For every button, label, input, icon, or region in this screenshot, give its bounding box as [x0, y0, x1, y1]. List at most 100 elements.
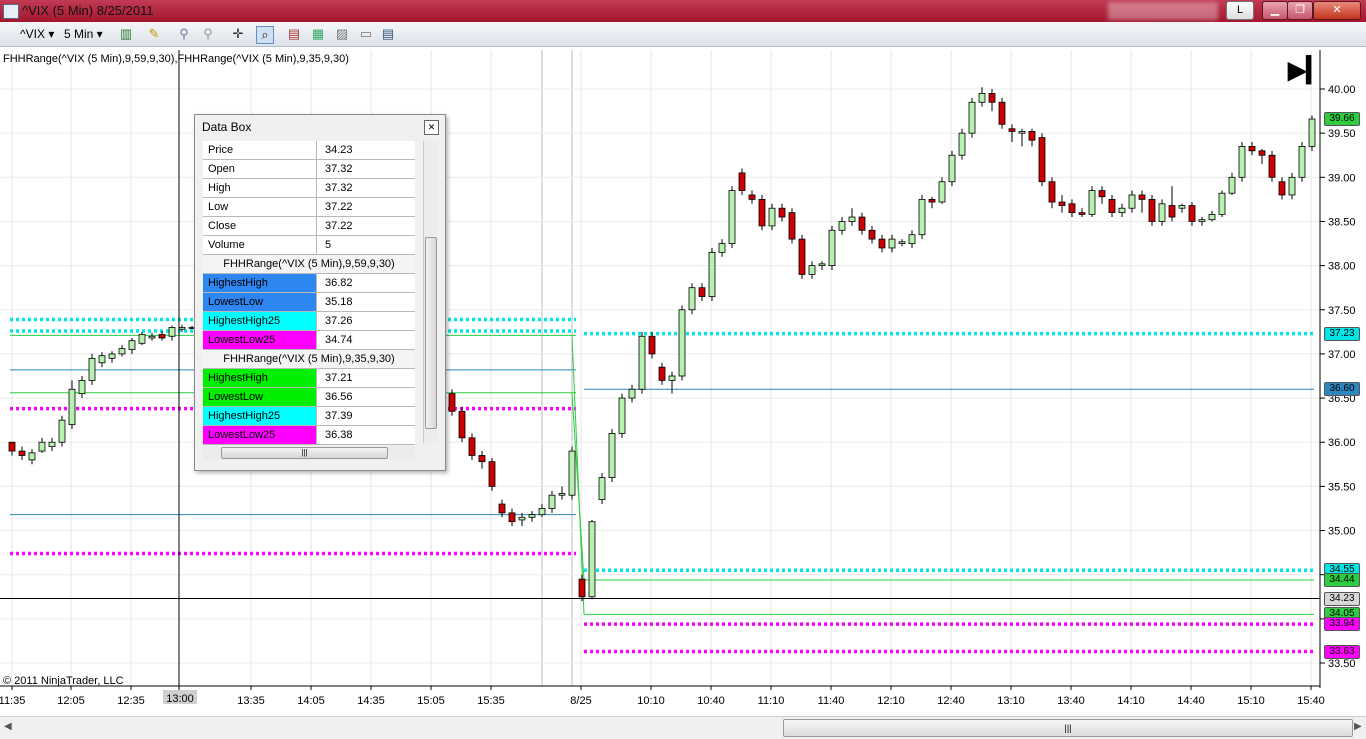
time-tick-label: 14:40: [1177, 695, 1205, 707]
candle-down: [698, 287, 706, 297]
interval-selector[interactable]: 5 Min ▾: [64, 26, 103, 42]
candle-up: [148, 335, 156, 339]
candle-down: [1258, 150, 1266, 156]
candle-up: [708, 251, 716, 297]
time-tick-label: 15:35: [477, 695, 505, 707]
price-tick-label: 39.00: [1328, 172, 1356, 184]
maximize-button[interactable]: ❐: [1287, 1, 1313, 20]
chart-app-icon: [3, 4, 19, 19]
data-box-label: HighestHigh: [203, 369, 317, 387]
data-box-value: 37.21: [325, 372, 353, 384]
price-tick-label: 40.00: [1328, 84, 1356, 96]
data-box-row: LowestLow 35.18: [203, 293, 415, 312]
time-tick-label: 15:05: [417, 695, 445, 707]
chart-horizontal-scrollbar[interactable]: ◀ ||| ▶: [0, 716, 1366, 739]
data-box-title: Data Box: [202, 120, 252, 134]
data-box-value: 37.39: [325, 410, 353, 422]
candle-up: [608, 432, 616, 478]
title-bar[interactable]: ^VIX (5 Min) 8/25/2011 L ▁ ❐ ✕: [0, 0, 1366, 22]
bar-type-icon[interactable]: ▥: [118, 26, 134, 42]
price-marker: 33.94: [1324, 617, 1360, 632]
data-box-hscroll-thumb[interactable]: |||: [221, 447, 388, 459]
time-tick-label: 12:35: [117, 695, 145, 707]
time-tick-label: 15:10: [1237, 695, 1265, 707]
strategies-icon[interactable]: ▦: [310, 26, 326, 42]
candle-up: [118, 348, 126, 355]
chart-toolbar: ^VIX ▾ 5 Min ▾ ▥ ✎ ⚲ ⚲ ✛ ⌕ ▤ ▦ ▨ ▭ ▤: [0, 22, 1366, 47]
candle-up: [948, 154, 956, 183]
candle-up: [888, 238, 896, 249]
link-button[interactable]: L: [1226, 1, 1254, 20]
data-box-close-icon[interactable]: ✕: [424, 120, 439, 135]
data-box-group-header: FHHRange(^VIX (5 Min),9,35,9,30): [203, 350, 415, 369]
print-icon[interactable]: ▭: [358, 26, 374, 42]
candle-up: [718, 243, 726, 253]
data-box-value: 37.26: [325, 315, 353, 327]
data-box-row: Close 37.22: [203, 217, 415, 236]
minimize-button[interactable]: ▁: [1262, 1, 1288, 20]
data-box-label: HighestHigh25: [203, 407, 317, 425]
price-tick-label: 36.00: [1328, 437, 1356, 449]
candle-up: [38, 441, 46, 452]
instrument-label: ^VIX: [20, 27, 45, 41]
data-box-vscroll-thumb[interactable]: [425, 237, 437, 429]
candle-up: [108, 353, 116, 359]
data-box-window[interactable]: Data Box ✕ Price 34.23 Open 37.32 High 37.32 L…: [194, 114, 446, 471]
instrument-selector[interactable]: ^VIX ▾: [20, 26, 54, 42]
title-glass-reflection: [1108, 2, 1218, 20]
candle-up: [688, 287, 696, 311]
candle-up: [588, 521, 596, 598]
crosshair-time-label: 13:00: [166, 693, 194, 705]
global-draw-icon[interactable]: ⚲: [200, 26, 216, 42]
time-tick-label: 12:40: [937, 695, 965, 707]
candle-up: [618, 397, 626, 434]
candle-down: [1138, 194, 1146, 200]
close-button[interactable]: ✕: [1313, 1, 1361, 20]
candle-down: [18, 450, 26, 456]
candle-up: [1228, 176, 1236, 194]
price-marker: 39.66: [1324, 112, 1360, 127]
candle-up: [78, 380, 86, 395]
candle-down: [1268, 154, 1276, 178]
zoom-icon[interactable]: ⌕: [256, 26, 274, 44]
price-tick-label: 37.00: [1328, 349, 1356, 361]
interval-label: 5 Min: [64, 27, 94, 41]
window-title: ^VIX (5 Min) 8/25/2011: [22, 3, 154, 18]
candle-down: [1148, 198, 1156, 222]
chart-scroll-thumb[interactable]: |||: [783, 719, 1353, 737]
data-box-vertical-scrollbar[interactable]: [423, 141, 437, 443]
candle-up: [568, 450, 576, 496]
candle-up: [918, 198, 926, 236]
data-box-horizontal-scrollbar[interactable]: |||: [203, 446, 415, 460]
properties-icon[interactable]: ▤: [380, 26, 396, 42]
candle-up: [538, 508, 546, 516]
drawing-tools-icon[interactable]: ✎: [146, 26, 162, 42]
data-box-row: LowestLow 36.56: [203, 388, 415, 407]
scroll-right-icon[interactable]: ▶: [1354, 721, 1362, 732]
candle-down: [1248, 145, 1256, 152]
data-box-value: 37.32: [325, 163, 353, 175]
price-marker: 34.44: [1324, 572, 1360, 587]
chart-image-icon[interactable]: ▨: [334, 26, 350, 42]
candle-down: [1008, 128, 1016, 132]
crosshair-icon[interactable]: ✛: [230, 26, 246, 42]
pin-icon[interactable]: ⚲: [176, 26, 192, 42]
indicators-icon[interactable]: ▤: [286, 26, 302, 42]
candle-up: [818, 263, 826, 267]
candle-down: [458, 410, 466, 439]
candle-down: [928, 198, 936, 203]
time-tick-label: 10:10: [637, 695, 665, 707]
data-box-label: Low: [203, 198, 317, 216]
price-tick-label: 38.00: [1328, 261, 1356, 273]
scroll-left-icon[interactable]: ◀: [4, 721, 12, 732]
data-box-label: LowestLow25: [203, 331, 317, 349]
candle-up: [518, 516, 526, 521]
candle-down: [1188, 205, 1196, 222]
time-tick-label: 13:40: [1057, 695, 1085, 707]
scroll-to-end-icon[interactable]: ▶▎: [1288, 56, 1325, 85]
candle-down: [738, 172, 746, 191]
candle-down: [648, 335, 656, 355]
candle-up: [1288, 176, 1296, 196]
data-box-label: HighestHigh: [203, 274, 317, 292]
candle-up: [58, 419, 66, 443]
